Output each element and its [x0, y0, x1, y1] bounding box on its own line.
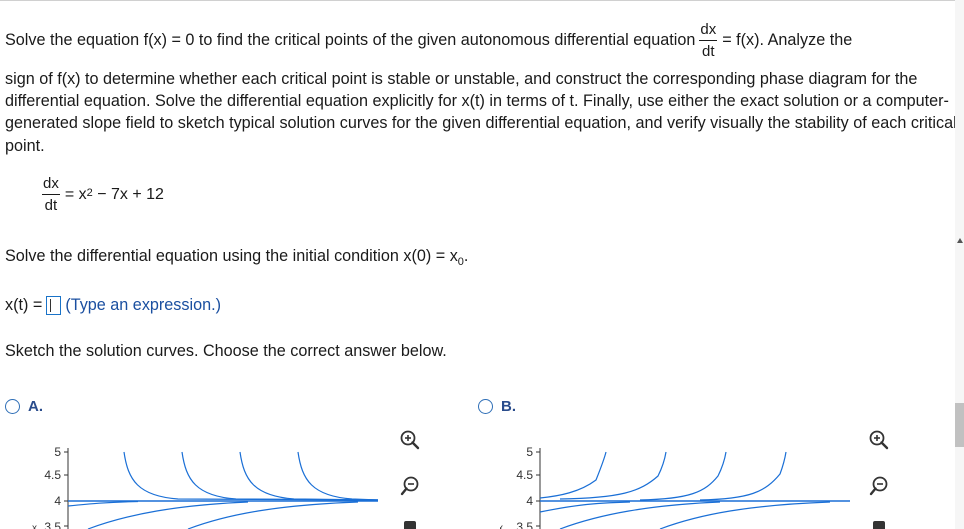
graph-a-label-4: 4	[54, 494, 61, 508]
graph-b-curve	[659, 501, 831, 529]
question-part3: sign of f(x) to determine whether each c…	[5, 70, 957, 155]
question-part2: = f(x). Analyze the	[722, 30, 853, 49]
zoom-in-icon[interactable]	[399, 429, 421, 451]
equation-rhs-b: − 7x + 12	[92, 185, 164, 203]
graph-a-curves	[67, 451, 379, 529]
graph-a-label-3-5: 3.5	[44, 520, 61, 529]
graph-b-label-3-5: 3.5	[516, 520, 533, 529]
option-a-radio[interactable]	[5, 399, 20, 414]
graph-a: 5 4.5 4 3.5 x	[32, 445, 379, 529]
expand-icon[interactable]	[404, 521, 416, 529]
question-text: Solve the equation f(x) = 0 to find the …	[5, 10, 961, 157]
graph-b-curves	[539, 451, 831, 529]
sketch-instruction: Sketch the solution curves. Choose the c…	[5, 342, 447, 360]
zoom-out-icon[interactable]	[868, 475, 890, 497]
graph-a-curve	[123, 451, 379, 501]
graph-b-curve	[639, 451, 727, 501]
scroll-up-arrow-icon[interactable]	[957, 238, 963, 243]
answer-label: x(t) =	[5, 296, 43, 314]
graph-a-x-label: x	[32, 523, 37, 529]
graph-b-curve	[539, 451, 607, 499]
question-part1: Solve the equation f(x) = 0 to find the …	[5, 30, 696, 49]
graph-b-curve	[559, 451, 667, 500]
graph-b-x-label: x	[500, 523, 503, 529]
option-b-label: B.	[501, 398, 516, 415]
graph-a-curve	[187, 501, 359, 529]
zoom-in-icon[interactable]	[868, 429, 890, 451]
graph-b-curve	[699, 451, 787, 501]
graph-b-label-4-5: 4.5	[516, 468, 533, 482]
graph-b-label-5: 5	[526, 445, 533, 459]
graph-a-curve	[67, 500, 139, 507]
equation-fraction: dx dt	[42, 175, 60, 214]
solve-instruction: Solve the differential equation using th…	[5, 247, 469, 269]
graph-a-label-4-5: 4.5	[44, 468, 61, 482]
option-a-label: A.	[28, 398, 43, 415]
option-a[interactable]: A.	[5, 398, 43, 415]
vertical-scrollbar[interactable]	[955, 0, 964, 529]
graph-a-curve	[181, 451, 379, 501]
equation-rhs-a: = x	[64, 185, 87, 203]
differential-equation: dx dt = x2 − 7x + 12	[38, 176, 164, 213]
graph-a-label-5: 5	[54, 445, 61, 459]
option-b-radio[interactable]	[478, 399, 493, 414]
graph-a-curve	[87, 501, 249, 529]
answer-row: x(t) = (Type an expression.)	[5, 296, 221, 315]
scrollbar-thumb[interactable]	[955, 403, 964, 447]
graph-b-curve	[559, 501, 721, 529]
top-divider	[0, 0, 964, 1]
zoom-out-icon[interactable]	[399, 475, 421, 497]
graph-a-curve	[297, 451, 379, 501]
text-caret	[50, 299, 52, 312]
expand-icon[interactable]	[873, 521, 885, 529]
answer-hint: (Type an expression.)	[65, 296, 221, 314]
answer-input[interactable]	[46, 296, 62, 315]
option-b[interactable]: B.	[478, 398, 516, 415]
graph-a-curve	[239, 451, 379, 501]
graph-b-curve	[539, 501, 631, 513]
dx-dt-fraction: dx dt	[699, 20, 718, 60]
graph-b: 5 4.5 4 3.5 x	[500, 445, 850, 529]
graph-b-label-4: 4	[526, 494, 533, 508]
equation-exponent: 2	[86, 186, 93, 199]
